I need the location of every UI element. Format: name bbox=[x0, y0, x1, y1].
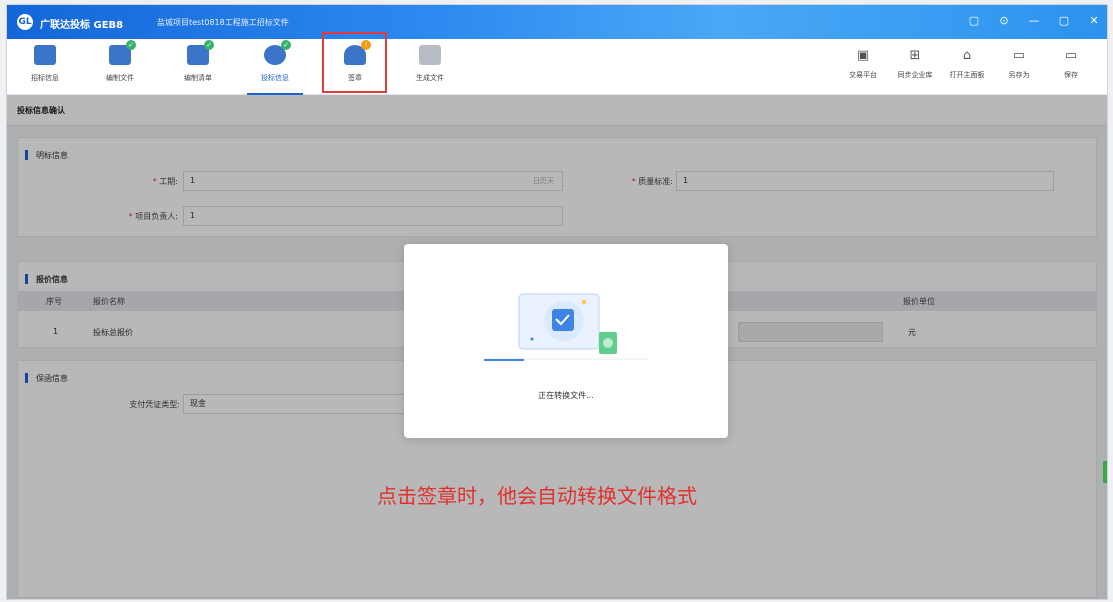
title-bar: GL 广联达投标 GEB8 盐城项目test0818工程施工招标文件 ▢ ⊙ —… bbox=[7, 5, 1107, 39]
tab-edit-list[interactable]: ✓ 编制清单 bbox=[170, 39, 226, 95]
button-label: 另存为 bbox=[1008, 71, 1030, 79]
converting-dialog: 正在转换文件... bbox=[404, 244, 728, 438]
save-icon: ▭ bbox=[1064, 48, 1078, 63]
save-as-button[interactable]: ▭ 另存为 bbox=[993, 39, 1045, 80]
button-label: 交易平台 bbox=[849, 71, 877, 79]
tab-generate-file[interactable]: 生成文件 bbox=[402, 39, 458, 95]
home-icon: ⌂ bbox=[962, 48, 972, 63]
highlight-box bbox=[322, 32, 387, 93]
tab-edit-file[interactable]: ✓ 编制文件 bbox=[92, 39, 148, 95]
annotation-text: 点击签章时，他会自动转换文件格式 bbox=[377, 484, 697, 508]
info-icon[interactable]: ⊙ bbox=[997, 14, 1011, 28]
open-main-panel-button[interactable]: ⌂ 打开主面板 bbox=[941, 39, 993, 80]
converting-message: 正在转换文件... bbox=[538, 391, 594, 400]
trading-platform-button[interactable]: ▣ 交易平台 bbox=[837, 39, 889, 80]
tab-label: 招标信息 bbox=[31, 74, 59, 82]
tab-label: 编制清单 bbox=[184, 74, 212, 82]
edge-marker bbox=[1103, 461, 1107, 483]
document-icon bbox=[34, 45, 56, 65]
button-label: 打开主面板 bbox=[949, 71, 985, 79]
done-badge: ✓ bbox=[126, 40, 136, 50]
edit-file-icon: ✓ bbox=[109, 40, 136, 65]
target-icon: ✓ bbox=[264, 40, 291, 65]
save-as-icon: ▭ bbox=[1012, 48, 1026, 63]
done-badge: ✓ bbox=[204, 40, 214, 50]
tab-label: 投标信息 bbox=[261, 74, 289, 82]
right-toolbar: ▣ 交易平台 ⊞ 同步企业库 ⌂ 打开主面板 ▭ 另存为 ▭ 保存 bbox=[837, 39, 1107, 95]
document-title: 盐城项目test0818工程施工招标文件 bbox=[157, 18, 289, 27]
button-label: 同步企业库 bbox=[897, 71, 933, 79]
app-title: 广联达投标 GEB8 bbox=[40, 20, 124, 31]
app-logo-icon: GL bbox=[17, 14, 33, 30]
tab-bid-info[interactable]: ✓ 投标信息 bbox=[247, 39, 303, 95]
close-button[interactable]: ✕ bbox=[1087, 14, 1101, 28]
sync-icon: ⊞ bbox=[909, 48, 921, 63]
done-badge: ✓ bbox=[281, 40, 291, 50]
save-button[interactable]: ▭ 保存 bbox=[1045, 39, 1097, 80]
minimize-button[interactable]: — bbox=[1027, 14, 1041, 28]
generate-file-icon bbox=[419, 45, 441, 65]
edit-list-icon: ✓ bbox=[187, 40, 214, 65]
feedback-icon[interactable]: ▢ bbox=[967, 14, 981, 28]
tab-label: 生成文件 bbox=[416, 74, 444, 82]
tab-bidding-info[interactable]: 招标信息 bbox=[17, 39, 73, 95]
tab-label: 编制文件 bbox=[106, 74, 134, 82]
app-window: GL 广联达投标 GEB8 盐城项目test0818工程施工招标文件 ▢ ⊙ —… bbox=[6, 4, 1108, 600]
converting-illustration-icon bbox=[484, 293, 649, 361]
maximize-button[interactable]: ▢ bbox=[1057, 14, 1071, 28]
main-toolbar: 招标信息 ✓ 编制文件 ✓ 编制清单 ✓ 投标信息 ! 签章 生成文件 ▣ 交易… bbox=[7, 39, 1107, 95]
sync-library-button[interactable]: ⊞ 同步企业库 bbox=[889, 39, 941, 80]
platform-icon: ▣ bbox=[856, 48, 870, 63]
button-label: 保存 bbox=[1064, 71, 1078, 79]
